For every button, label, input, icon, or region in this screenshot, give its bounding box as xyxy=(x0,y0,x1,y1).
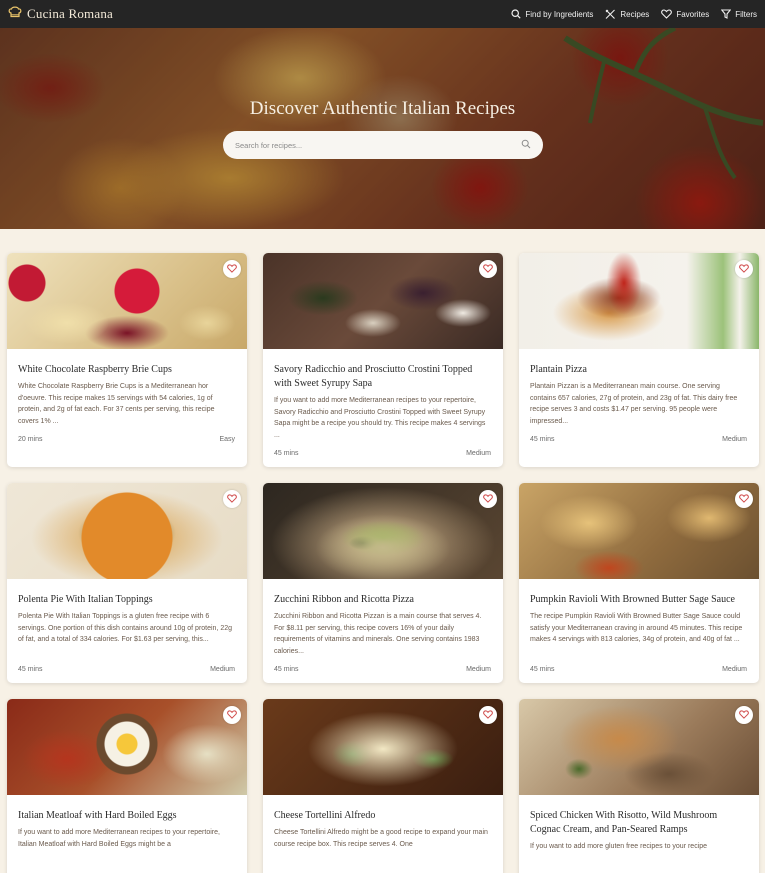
recipe-search-input[interactable] xyxy=(235,140,521,150)
hero-title: Discover Authentic Italian Recipes xyxy=(249,98,516,119)
recipe-description: If you want to add more Mediterranean re… xyxy=(18,829,220,848)
recipe-image xyxy=(263,253,503,349)
nav-filters[interactable]: Filters xyxy=(721,9,757,19)
favorite-button[interactable] xyxy=(223,490,241,508)
recipe-title[interactable]: White Chocolate Raspberry Brie Cups xyxy=(18,363,235,377)
recipe-card[interactable]: White Chocolate Raspberry Brie Cups Whit… xyxy=(7,253,247,467)
favorite-button[interactable] xyxy=(735,490,753,508)
recipe-image xyxy=(7,483,247,579)
recipe-image xyxy=(7,253,247,349)
recipe-difficulty: Medium xyxy=(466,450,491,457)
filter-icon xyxy=(721,9,732,19)
nav-recipes[interactable]: Recipes xyxy=(605,9,649,19)
recipe-title[interactable]: Italian Meatloaf with Hard Boiled Eggs xyxy=(18,809,235,823)
search-icon xyxy=(511,9,521,19)
heart-icon xyxy=(739,260,749,278)
recipe-search-bar[interactable] xyxy=(223,131,543,159)
nav-link-label: Favorites xyxy=(676,9,710,19)
recipe-difficulty: Medium xyxy=(722,436,747,443)
heart-icon xyxy=(227,260,237,278)
heart-icon xyxy=(483,706,493,724)
recipe-difficulty: Medium xyxy=(466,666,491,673)
search-icon[interactable] xyxy=(521,136,531,154)
recipe-time: 45 mins xyxy=(274,666,299,673)
recipe-time: 45 mins xyxy=(530,666,555,673)
recipe-card[interactable]: Zucchini Ribbon and Ricotta Pizza Zucchi… xyxy=(263,483,503,683)
recipe-card[interactable]: Spiced Chicken With Risotto, Wild Mushro… xyxy=(519,699,759,873)
recipe-description: Polenta Pie With Italian Toppings is a g… xyxy=(18,613,233,644)
nav-link-label: Find by Ingredients xyxy=(525,9,594,19)
nav-link-label: Recipes xyxy=(620,9,650,19)
recipe-card[interactable]: Italian Meatloaf with Hard Boiled Eggs I… xyxy=(7,699,247,873)
recipe-image xyxy=(519,483,759,579)
recipe-description: If you want to add more Mediterranean re… xyxy=(274,397,486,439)
recipe-description: The recipe Pumpkin Ravioli With Browned … xyxy=(530,613,743,644)
recipe-card[interactable]: Cheese Tortellini Alfredo Cheese Tortell… xyxy=(263,699,503,873)
heart-icon xyxy=(739,490,749,508)
heart-icon xyxy=(739,706,749,724)
recipe-title[interactable]: Cheese Tortellini Alfredo xyxy=(274,809,491,823)
utensils-icon xyxy=(605,9,616,19)
recipe-description: Plantain Pizzan is a Mediterranean main … xyxy=(530,383,738,425)
favorite-button[interactable] xyxy=(479,706,497,724)
recipe-description: White Chocolate Raspberry Brie Cups is a… xyxy=(18,383,215,425)
favorite-button[interactable] xyxy=(479,490,497,508)
brand[interactable]: Cucina Romana xyxy=(8,5,113,23)
favorite-button[interactable] xyxy=(479,260,497,278)
recipe-time: 45 mins xyxy=(18,666,43,673)
recipe-title[interactable]: Spiced Chicken With Risotto, Wild Mushro… xyxy=(530,809,747,837)
favorite-button[interactable] xyxy=(223,260,241,278)
nav-link-label: Filters xyxy=(735,9,757,19)
chef-hat-icon xyxy=(8,5,22,23)
recipe-card[interactable]: Polenta Pie With Italian Toppings Polent… xyxy=(7,483,247,683)
recipe-difficulty: Medium xyxy=(210,666,235,673)
heart-icon xyxy=(661,9,673,19)
nav-find-by-ingredients[interactable]: Find by Ingredients xyxy=(511,9,593,19)
recipe-card[interactable]: Savory Radicchio and Prosciutto Crostini… xyxy=(263,253,503,467)
recipe-title[interactable]: Pumpkin Ravioli With Browned Butter Sage… xyxy=(530,593,747,607)
recipe-image xyxy=(263,699,503,795)
recipe-image xyxy=(263,483,503,579)
recipe-time: 20 mins xyxy=(18,436,43,443)
hero-banner: Discover Authentic Italian Recipes xyxy=(0,28,765,229)
recipe-title[interactable]: Polenta Pie With Italian Toppings xyxy=(18,593,235,607)
favorite-button[interactable] xyxy=(223,706,241,724)
favorite-button[interactable] xyxy=(735,706,753,724)
recipe-time: 45 mins xyxy=(530,436,555,443)
recipe-image xyxy=(519,253,759,349)
top-nav: Cucina Romana Find by Ingredients Recipe… xyxy=(0,0,765,28)
hero-overlay xyxy=(0,28,765,229)
recipe-description: If you want to add more gluten free reci… xyxy=(530,843,708,850)
recipe-grid: White Chocolate Raspberry Brie Cups Whit… xyxy=(7,253,759,873)
recipe-time: 45 mins xyxy=(274,450,299,457)
heart-icon xyxy=(483,490,493,508)
recipe-title[interactable]: Zucchini Ribbon and Ricotta Pizza xyxy=(274,593,491,607)
recipe-card[interactable]: Plantain Pizza Plantain Pizzan is a Medi… xyxy=(519,253,759,467)
heart-icon xyxy=(227,706,237,724)
recipe-card[interactable]: Pumpkin Ravioli With Browned Butter Sage… xyxy=(519,483,759,683)
recipe-description: Zucchini Ribbon and Ricotta Pizzan is a … xyxy=(274,613,482,655)
heart-icon xyxy=(483,260,493,278)
recipe-difficulty: Medium xyxy=(722,666,747,673)
favorite-button[interactable] xyxy=(735,260,753,278)
brand-name: Cucina Romana xyxy=(27,6,113,21)
recipe-difficulty: Easy xyxy=(219,436,235,443)
recipe-image xyxy=(7,699,247,795)
recipe-image xyxy=(519,699,759,795)
recipe-description: Cheese Tortellini Alfredo might be a goo… xyxy=(274,829,488,848)
recipe-title[interactable]: Plantain Pizza xyxy=(530,363,747,377)
nav-favorites[interactable]: Favorites xyxy=(661,9,709,19)
recipe-title[interactable]: Savory Radicchio and Prosciutto Crostini… xyxy=(274,363,491,391)
heart-icon xyxy=(227,490,237,508)
